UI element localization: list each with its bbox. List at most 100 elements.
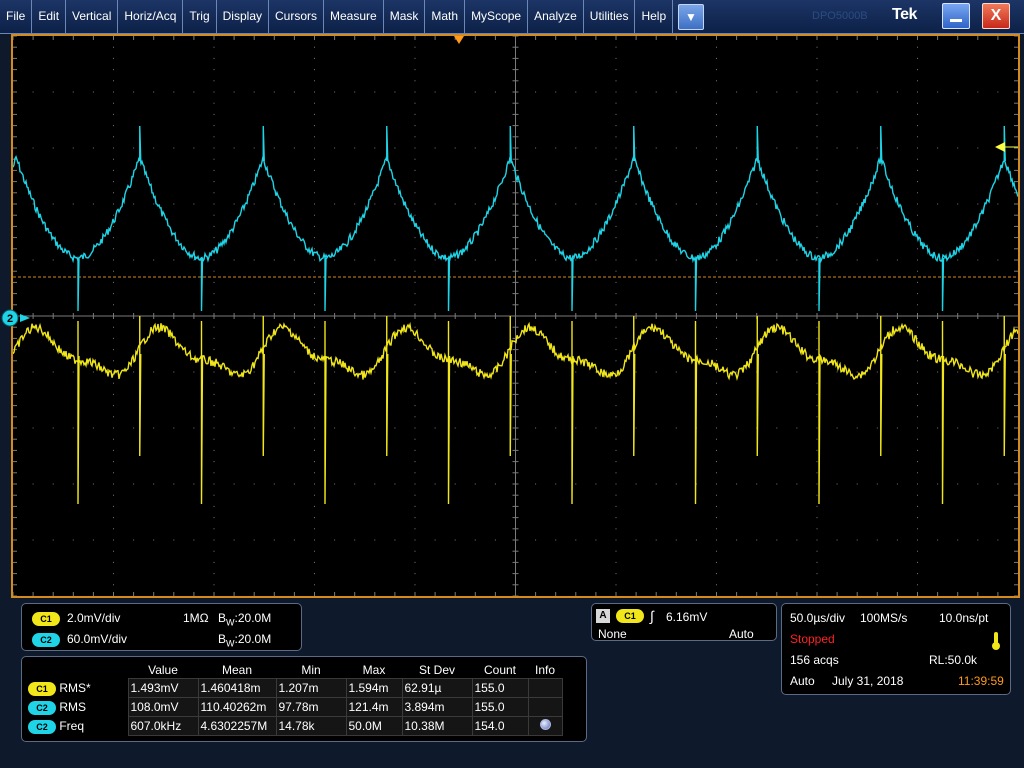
cell-max: 50.0M bbox=[345, 716, 403, 736]
menu-display[interactable]: Display bbox=[217, 0, 269, 33]
waveform-canvas bbox=[13, 36, 1018, 596]
graticule-grid bbox=[13, 36, 1018, 596]
timebase: 50.0µs/div bbox=[790, 611, 845, 625]
cell-min: 97.78m bbox=[275, 697, 347, 717]
minimize-button[interactable] bbox=[942, 3, 970, 29]
rising-edge-icon: ∫ bbox=[650, 608, 654, 624]
measurements-header-row: Value Mean Min Max St Dev Count Info bbox=[24, 661, 562, 679]
cell-info bbox=[527, 697, 563, 717]
cell-max: 1.594m bbox=[345, 678, 403, 698]
menu-mask[interactable]: Mask bbox=[384, 0, 426, 33]
cell-stdev: 62.91µ bbox=[401, 678, 473, 698]
trigger-mode: Auto bbox=[729, 627, 754, 641]
thermometer-icon bbox=[992, 632, 1000, 650]
cell-mean: 4.6302257M bbox=[197, 716, 277, 736]
bw-sub: W bbox=[226, 638, 235, 649]
acquisition-panel[interactable]: 50.0µs/div 100MS/s 10.0ns/pt Stopped 156… bbox=[781, 603, 1011, 695]
ch2-scale[interactable]: 60.0mV/div bbox=[67, 632, 127, 646]
cell-value: 607.0kHz bbox=[127, 716, 199, 736]
menu-help[interactable]: Help bbox=[635, 0, 674, 33]
header-mean: Mean bbox=[221, 662, 253, 677]
minimize-icon bbox=[950, 19, 962, 22]
trigger-coupling: None bbox=[598, 627, 627, 641]
acq-date: July 31, 2018 bbox=[832, 674, 904, 688]
cell-stdev: 10.38M bbox=[401, 716, 473, 736]
menu-myscope[interactable]: MyScope bbox=[465, 0, 529, 33]
close-button[interactable]: X bbox=[982, 3, 1010, 29]
bw-value: :20.0M bbox=[234, 632, 272, 646]
bw-prefix: B bbox=[218, 632, 227, 646]
header-max: Max bbox=[362, 662, 386, 677]
menu-bar: File Edit Vertical Horiz/Acq Trig Displa… bbox=[0, 0, 1024, 34]
ch1-badge[interactable]: C1 bbox=[32, 612, 60, 626]
menu-horiz-acq[interactable]: Horiz/Acq bbox=[118, 0, 184, 33]
row-channel-badge: C1 bbox=[28, 681, 56, 696]
menu-vertical[interactable]: Vertical bbox=[66, 0, 119, 33]
header-value: Value bbox=[148, 662, 178, 677]
row-measurement-name: RMS* bbox=[59, 680, 91, 695]
waveform-graticule[interactable] bbox=[11, 34, 1020, 598]
table-row[interactable]: C1 RMS* 1.493mV 1.460418m 1.207m 1.594m … bbox=[24, 678, 563, 698]
menu-math[interactable]: Math bbox=[425, 0, 466, 33]
ch1-bandwidth: BW:20.0M bbox=[218, 611, 271, 627]
measurements-table: Value Mean Min Max St Dev Count Info C1 … bbox=[24, 661, 563, 736]
menu-trig[interactable]: Trig bbox=[183, 0, 217, 33]
cell-info bbox=[527, 716, 563, 736]
cell-min: 14.78k bbox=[275, 716, 347, 736]
menu-items: File Edit Vertical Horiz/Acq Trig Displa… bbox=[0, 0, 674, 33]
cell-value: 1.493mV bbox=[127, 678, 199, 698]
chevron-down-icon[interactable]: ▼ bbox=[678, 4, 704, 30]
table-row[interactable]: C2 RMS 108.0mV 110.40262m 97.78m 121.4m … bbox=[24, 697, 563, 717]
trigger-level-arrow-icon[interactable] bbox=[995, 142, 1005, 152]
sample-rate: 100MS/s bbox=[860, 611, 908, 625]
menu-edit[interactable]: Edit bbox=[32, 0, 67, 33]
acq-count: 156 acqs bbox=[790, 653, 839, 667]
row-channel-badge: C2 bbox=[28, 719, 56, 734]
menu-utilities[interactable]: Utilities bbox=[584, 0, 636, 33]
menu-measure[interactable]: Measure bbox=[324, 0, 384, 33]
ch1-impedance: 1MΩ bbox=[183, 611, 209, 625]
ch1-scale[interactable]: 2.0mV/div bbox=[67, 611, 120, 625]
ch2-marker-arrow-icon bbox=[20, 314, 30, 322]
ch2-badge[interactable]: C2 bbox=[32, 633, 60, 647]
record-length: RL:50.0k bbox=[929, 653, 978, 667]
channel-settings-panel[interactable]: C1 2.0mV/div 1MΩ BW:20.0M C2 60.0mV/div … bbox=[21, 603, 302, 651]
cell-value: 108.0mV bbox=[127, 697, 199, 717]
row-measurement-name: Freq bbox=[59, 718, 85, 733]
row-measurement-name: RMS bbox=[59, 699, 87, 714]
ch2-marker-label: 2 bbox=[7, 313, 13, 325]
resolution: 10.0ns/pt bbox=[939, 611, 989, 625]
trigger-level: 6.16mV bbox=[666, 610, 708, 624]
info-icon[interactable] bbox=[539, 719, 551, 730]
cell-count: 155.0 bbox=[471, 678, 529, 698]
row-label: C1 RMS* bbox=[24, 679, 128, 698]
cell-info bbox=[527, 678, 563, 698]
cell-count: 154.0 bbox=[471, 716, 529, 736]
cell-stdev: 3.894m bbox=[401, 697, 473, 717]
cell-count: 155.0 bbox=[471, 697, 529, 717]
measurements-panel[interactable]: Value Mean Min Max St Dev Count Info C1 … bbox=[21, 656, 587, 742]
ch2-bandwidth: BW:20.0M bbox=[218, 632, 271, 648]
cell-mean: 110.40262m bbox=[197, 697, 277, 717]
bw-value: :20.0M bbox=[234, 611, 272, 625]
menu-cursors[interactable]: Cursors bbox=[269, 0, 325, 33]
menu-file[interactable]: File bbox=[0, 0, 33, 33]
cell-mean: 1.460418m bbox=[197, 678, 277, 698]
header-blank bbox=[24, 661, 128, 679]
acq-status: Stopped bbox=[790, 632, 835, 646]
close-icon: X bbox=[990, 7, 1002, 24]
header-min: Min bbox=[301, 662, 321, 677]
bw-prefix: B bbox=[218, 611, 227, 625]
ch2-offset-marker[interactable]: 2 bbox=[0, 308, 32, 328]
row-channel-badge: C2 bbox=[28, 700, 56, 715]
menu-analyze[interactable]: Analyze bbox=[528, 0, 584, 33]
bw-sub: W bbox=[226, 617, 235, 628]
acq-time: 11:39:59 bbox=[958, 674, 1004, 688]
acq-mode: Auto bbox=[790, 674, 815, 688]
trigger-panel[interactable]: A C1 ∫ 6.16mV None Auto bbox=[591, 603, 777, 641]
model-name: DPO5000B bbox=[812, 10, 868, 22]
cell-max: 121.4m bbox=[345, 697, 403, 717]
header-info: Info bbox=[534, 662, 555, 677]
row-label: C2 RMS bbox=[24, 698, 128, 717]
table-row[interactable]: C2 Freq 607.0kHz 4.6302257M 14.78k 50.0M… bbox=[24, 716, 563, 736]
